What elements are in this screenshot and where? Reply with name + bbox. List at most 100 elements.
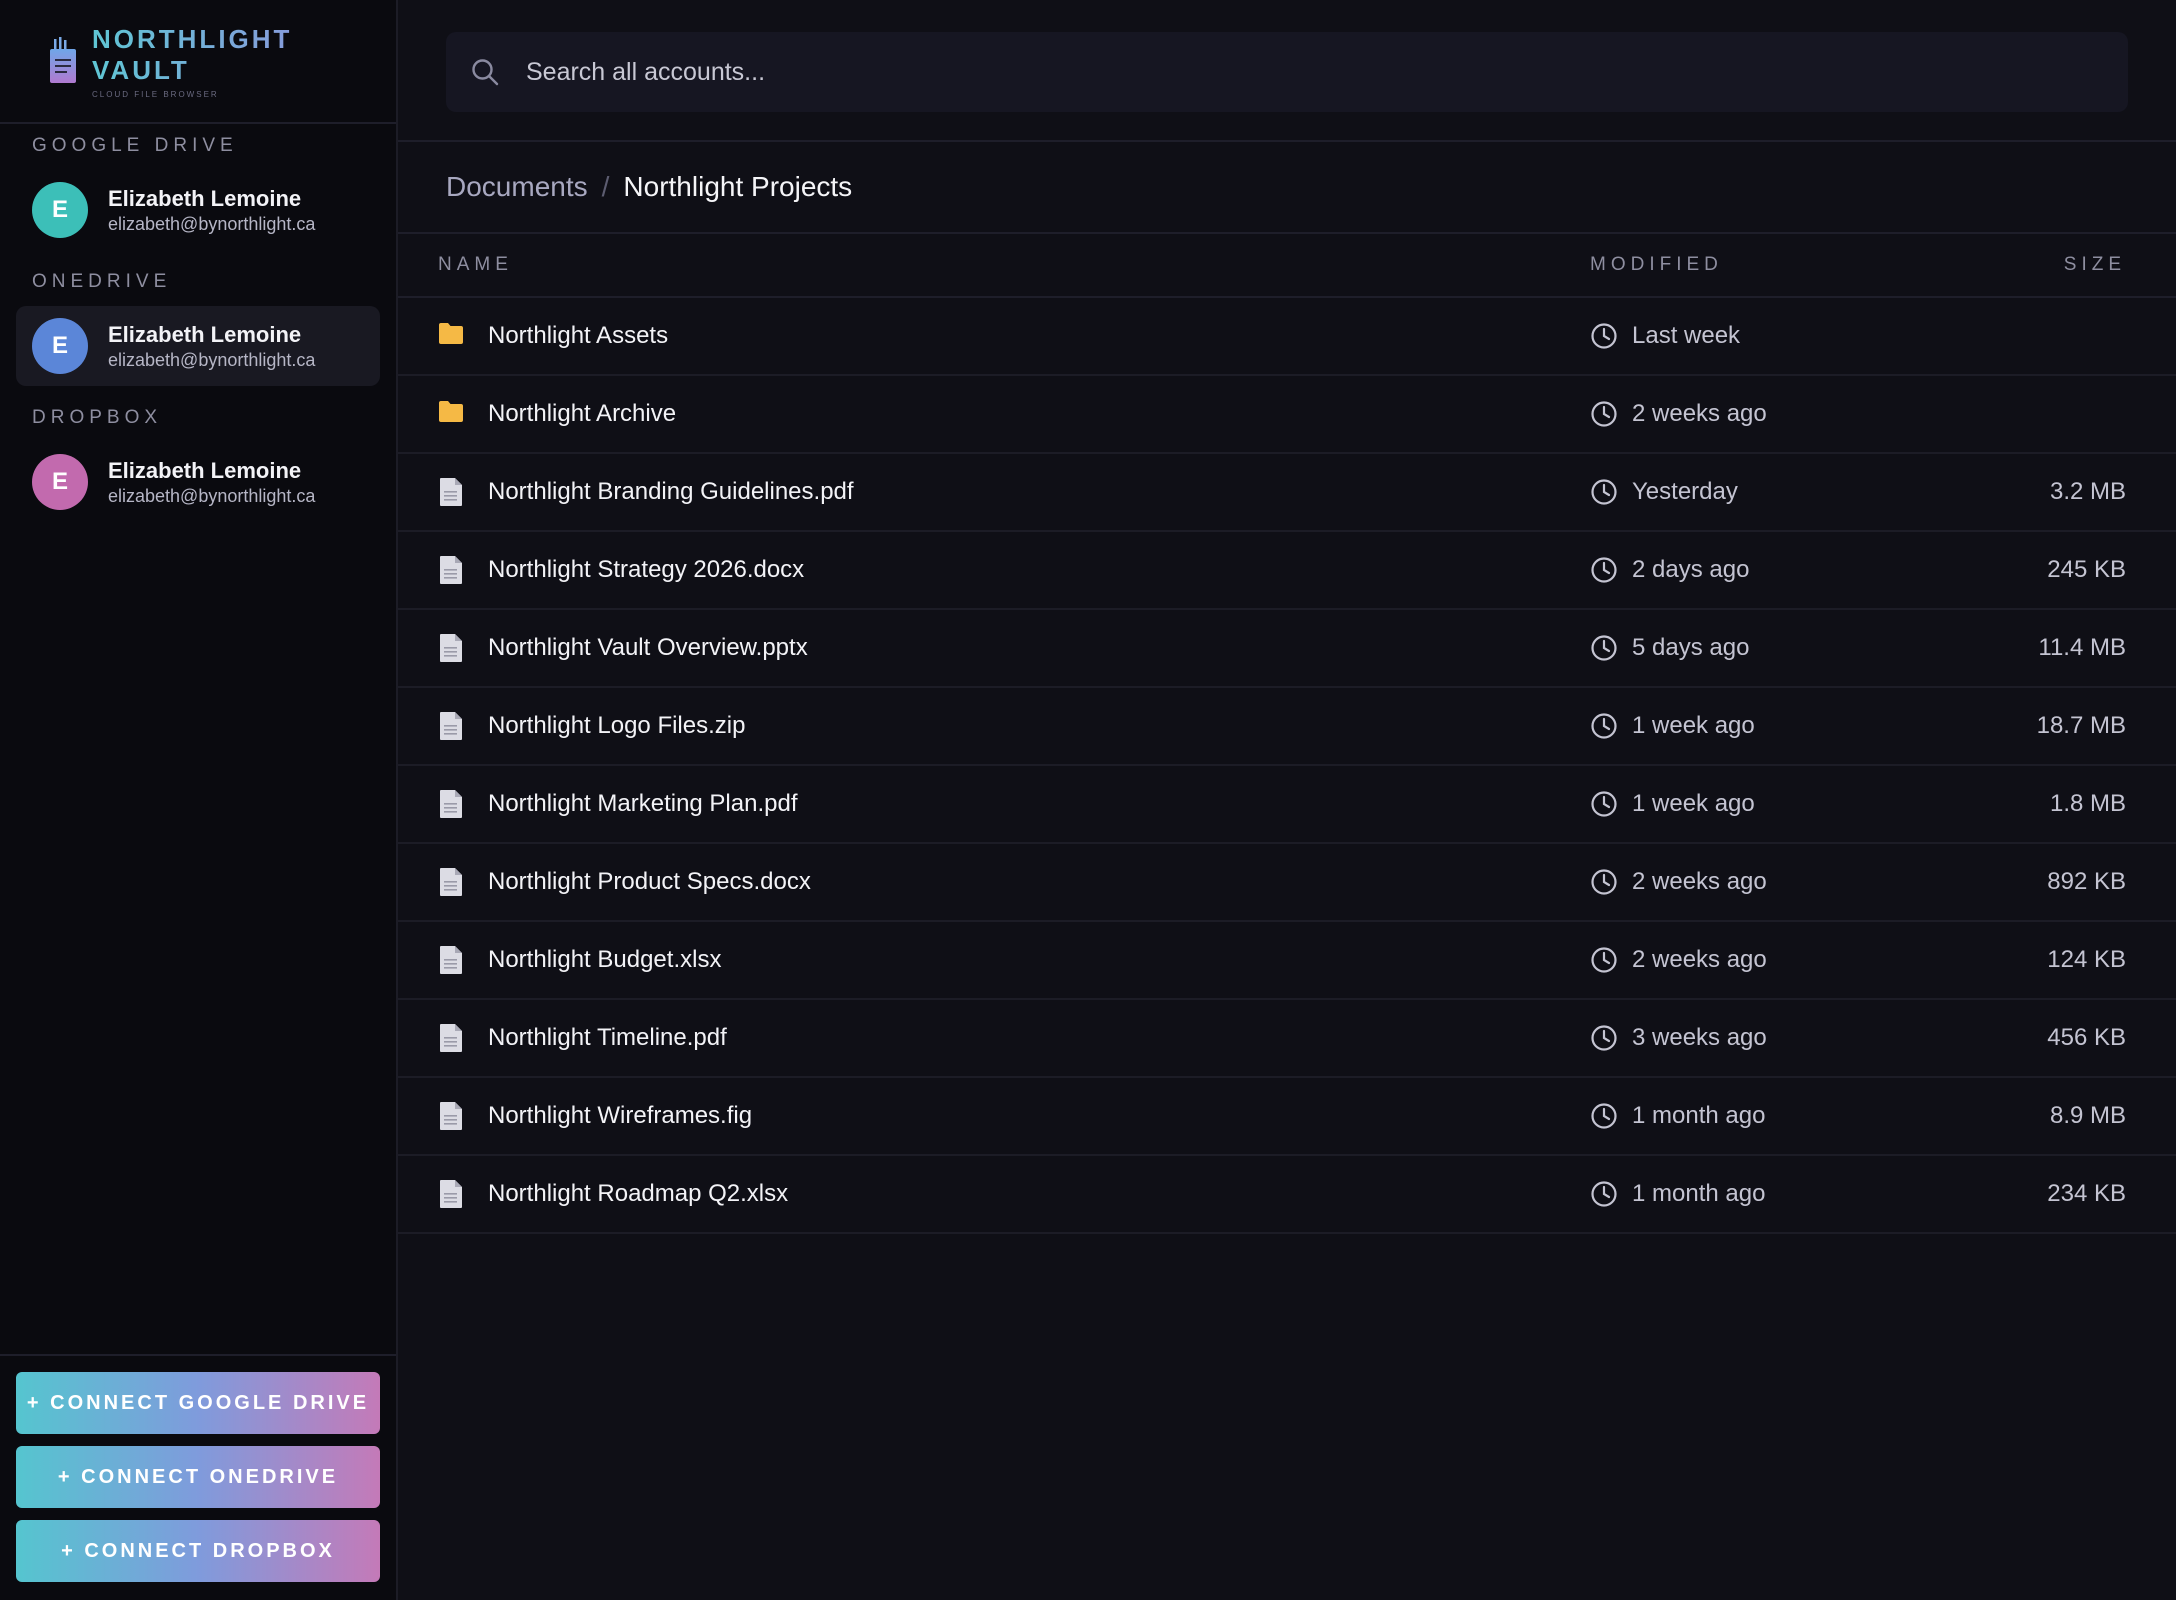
- main-panel: Documents / Northlight Projects NAME MOD…: [398, 0, 2176, 1600]
- file-size: 3.2 MB: [2049, 478, 2126, 505]
- document-icon: [438, 789, 464, 819]
- clock-icon: [1590, 400, 1618, 428]
- brand-subtitle: CLOUD FILE BROWSER: [92, 89, 219, 99]
- search-input[interactable]: [524, 56, 2028, 88]
- app-window: NORTHLIGHT VAULT CLOUD FILE BROWSER GOOG…: [0, 0, 2176, 1600]
- file-name: Northlight Product Specs.docx: [488, 868, 811, 895]
- clock-icon: [1590, 478, 1618, 506]
- connect-dropbox-button[interactable]: + CONNECT DROPBOX: [16, 1520, 380, 1582]
- file-size: 456 KB: [2047, 1024, 2126, 1051]
- avatar: E: [32, 182, 88, 238]
- table-row[interactable]: Northlight Product Specs.docx 2 weeks ago…: [398, 844, 2176, 922]
- document-icon: [438, 945, 464, 975]
- clock-icon: [1590, 634, 1618, 662]
- file-modified: 2 weeks ago: [1632, 400, 1767, 427]
- folder-icon: [438, 321, 464, 351]
- account-sections: GOOGLE DRIVE E Elizabeth Lemoine elizabeth@…: [0, 130, 396, 522]
- file-modified: 2 days ago: [1632, 556, 1750, 583]
- connect-google-drive-button[interactable]: + CONNECT GOOGLE DRIVE: [16, 1372, 380, 1434]
- section-label-onedrive: ONEDRIVE: [32, 271, 172, 292]
- breadcrumb-current: Northlight Projects: [623, 171, 853, 202]
- file-modified: 2 weeks ago: [1632, 868, 1767, 895]
- table-row[interactable]: Northlight Logo Files.zip 1 week ago 18.7 …: [398, 688, 2176, 766]
- file-name: Northlight Assets: [488, 322, 669, 349]
- file-size: 11.4 MB: [2038, 634, 2126, 661]
- table-row[interactable]: Northlight Assets Last week: [398, 298, 2176, 376]
- table-row[interactable]: Northlight Marketing Plan.pdf 1 week ago 1…: [398, 766, 2176, 844]
- account-email: elizabeth@bynorthlight.ca: [108, 486, 316, 506]
- brand-name: NORTHLIGHT VAULT: [92, 24, 396, 86]
- account-dropbox[interactable]: E Elizabeth Lemoine elizabeth@bynorthlight…: [16, 442, 380, 522]
- breadcrumb-parent[interactable]: Documents: [446, 171, 588, 203]
- table-row[interactable]: Northlight Timeline.pdf 3 weeks ago 456 KB: [398, 1000, 2176, 1078]
- account-name: Elizabeth Lemoine: [108, 458, 302, 483]
- avatar: E: [32, 318, 88, 374]
- file-modified: 1 month ago: [1632, 1102, 1766, 1129]
- document-icon: [438, 1101, 464, 1131]
- file-modified: 2 weeks ago: [1632, 946, 1767, 973]
- connect-buttons: + CONNECT GOOGLE DRIVE + CONNECT ONEDRIV…: [0, 1354, 396, 1600]
- file-size: 1.8 MB: [2049, 790, 2126, 817]
- file-name: Northlight Timeline.pdf: [488, 1024, 727, 1051]
- clock-icon: [1590, 1102, 1618, 1130]
- vault-logo-icon: [48, 37, 78, 85]
- document-icon: [438, 1023, 464, 1053]
- clock-icon: [1590, 712, 1618, 740]
- table-row[interactable]: Northlight Budget.xlsx 2 weeks ago 124 KB: [398, 922, 2176, 1000]
- file-modified: 1 week ago: [1632, 790, 1755, 817]
- table-row[interactable]: Northlight Wireframes.fig 1 month ago 8.9 …: [398, 1078, 2176, 1156]
- document-icon: [438, 555, 464, 585]
- document-icon: [438, 477, 464, 507]
- brand-header: NORTHLIGHT VAULT CLOUD FILE BROWSER: [0, 0, 396, 124]
- sidebar: NORTHLIGHT VAULT CLOUD FILE BROWSER GOOG…: [0, 0, 398, 1600]
- account-email: elizabeth@bynorthlight.ca: [108, 214, 316, 234]
- section-label-google-drive: GOOGLE DRIVE: [32, 135, 238, 156]
- column-header-modified[interactable]: MODIFIED: [1590, 254, 1982, 276]
- file-modified: 5 days ago: [1632, 634, 1750, 661]
- clock-icon: [1590, 790, 1618, 818]
- connect-onedrive-button[interactable]: + CONNECT ONEDRIVE: [16, 1446, 380, 1508]
- clock-icon: [1590, 322, 1618, 350]
- file-name: Northlight Branding Guidelines.pdf: [488, 478, 854, 505]
- document-icon: [438, 633, 464, 663]
- table-row[interactable]: Northlight Strategy 2026.docx 2 days ago 2…: [398, 532, 2176, 610]
- file-name: Northlight Strategy 2026.docx: [488, 556, 805, 583]
- column-header-name[interactable]: NAME: [398, 254, 1590, 276]
- document-icon: [438, 867, 464, 897]
- column-header-size[interactable]: SIZE: [1982, 254, 2126, 276]
- file-name: Northlight Archive: [488, 400, 677, 427]
- account-onedrive[interactable]: E Elizabeth Lemoine elizabeth@bynorthlight…: [16, 306, 380, 386]
- breadcrumb: Documents / Northlight Projects: [398, 142, 2176, 234]
- table-row[interactable]: Northlight Archive 2 weeks ago: [398, 376, 2176, 454]
- file-size: 245 KB: [2047, 556, 2126, 583]
- clock-icon: [1590, 868, 1618, 896]
- file-modified: 3 weeks ago: [1632, 1024, 1767, 1051]
- file-name: Northlight Budget.xlsx: [488, 946, 722, 973]
- table-row[interactable]: Northlight Branding Guidelines.pdf Yester…: [398, 454, 2176, 532]
- search-box: [446, 32, 2128, 112]
- file-name: Northlight Logo Files.zip: [488, 712, 746, 739]
- file-size: 18.7 MB: [2036, 712, 2126, 739]
- search-icon: [470, 57, 500, 87]
- table-row[interactable]: Northlight Vault Overview.pptx 5 days ago…: [398, 610, 2176, 688]
- search-bar: [398, 0, 2176, 142]
- account-name: Elizabeth Lemoine: [108, 186, 302, 211]
- file-modified: 1 week ago: [1632, 712, 1755, 739]
- file-modified: Yesterday: [1632, 478, 1738, 505]
- clock-icon: [1590, 946, 1618, 974]
- file-name: Northlight Wireframes.fig: [488, 1102, 753, 1129]
- table-row[interactable]: Northlight Roadmap Q2.xlsx 1 month ago 234…: [398, 1156, 2176, 1234]
- file-size: 124 KB: [2047, 946, 2126, 973]
- file-modified: 1 month ago: [1632, 1180, 1766, 1207]
- document-icon: [438, 711, 464, 741]
- file-list: Northlight Assets Last week Northlight Arc…: [398, 298, 2176, 1234]
- account-email: elizabeth@bynorthlight.ca: [108, 350, 316, 370]
- file-name: Northlight Roadmap Q2.xlsx: [488, 1180, 789, 1207]
- account-name: Elizabeth Lemoine: [108, 322, 302, 347]
- breadcrumb-separator: /: [601, 171, 610, 202]
- account-google-drive[interactable]: E Elizabeth Lemoine elizabeth@bynorthlight…: [16, 170, 380, 250]
- file-size: 234 KB: [2047, 1180, 2126, 1207]
- folder-icon: [438, 399, 464, 429]
- clock-icon: [1590, 1180, 1618, 1208]
- clock-icon: [1590, 1024, 1618, 1052]
